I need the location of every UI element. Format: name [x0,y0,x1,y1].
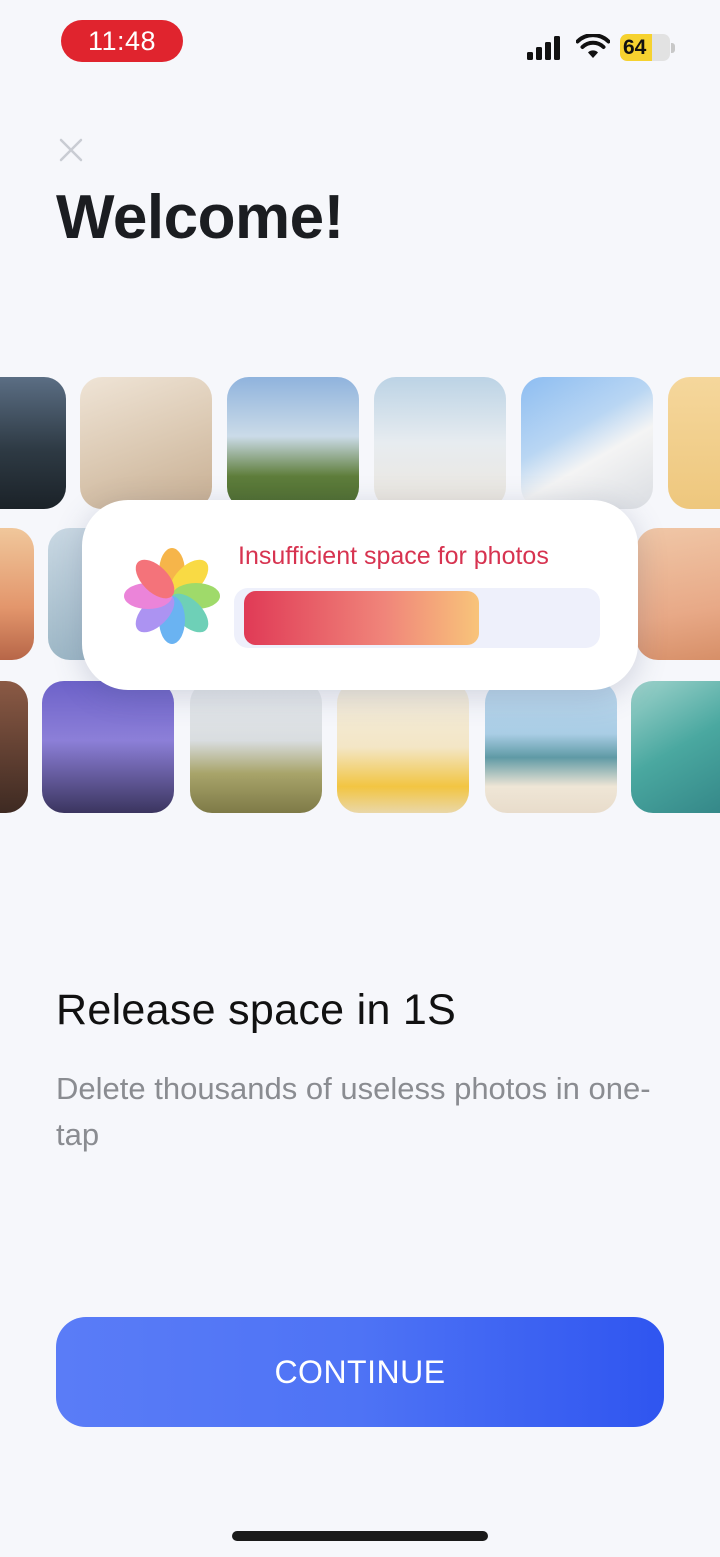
photo-thumbnail [42,681,174,813]
photo-thumbnail [0,377,66,509]
photo-thumbnail [485,681,617,813]
close-icon[interactable] [58,137,84,163]
photos-app-icon [124,548,220,644]
storage-progress-fill [244,591,479,645]
section-heading: Release space in 1S [56,986,457,1034]
storage-alert-card: Insufficient space for photos [82,500,638,690]
signal-icon [527,36,560,60]
wifi-icon [576,34,610,58]
photo-thumbnail [631,681,720,813]
battery-icon: 64 [620,34,675,61]
photo-thumbnail [521,377,653,509]
photo-thumbnail [0,528,34,660]
photo-thumbnail [0,681,28,813]
continue-button[interactable]: CONTINUE [56,1317,664,1427]
status-bar: 11:48 64 [0,0,720,84]
photo-thumbnail [668,377,720,509]
storage-progress-bar [234,588,600,648]
photo-thumbnail [80,377,212,509]
photo-thumbnail [227,377,359,509]
battery-level: 64 [623,36,647,59]
photo-thumbnail [636,528,720,660]
page-title: Welcome! [56,183,344,252]
alert-message: Insufficient space for photos [238,542,549,570]
status-time: 11:48 [61,20,183,62]
photo-thumbnail [374,377,506,509]
section-description: Delete thousands of useless photos in on… [56,1071,651,1152]
home-indicator[interactable] [232,1531,488,1541]
photo-thumbnail [337,681,469,813]
photo-thumbnail [190,681,322,813]
